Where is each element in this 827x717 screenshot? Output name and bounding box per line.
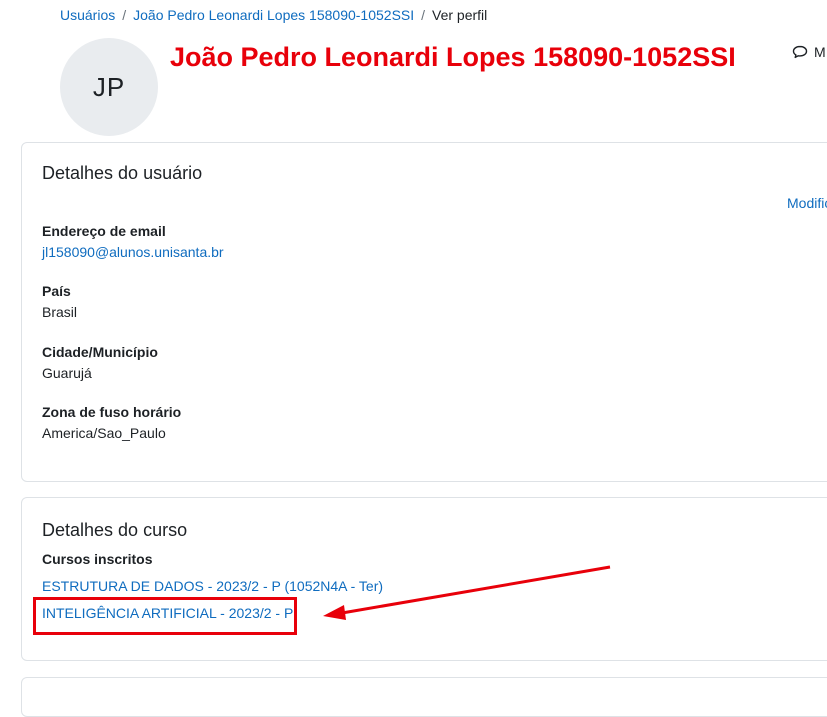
breadcrumb-current: Ver perfil (432, 7, 488, 23)
country-label: País (42, 283, 71, 299)
enrolled-courses-label: Cursos inscritos (42, 551, 153, 567)
user-details-title: Detalhes do usuário (42, 163, 203, 183)
message-button[interactable]: M (792, 44, 826, 60)
message-button-label: M (814, 44, 826, 60)
city-label: Cidade/Município (42, 344, 158, 360)
edit-profile-link[interactable]: Modific (787, 195, 827, 211)
city-value: Guarujá (42, 365, 92, 381)
list-item: ESTRUTURA DE DADOS - 2023/2 - P (1052N4A… (42, 578, 383, 605)
user-details-card: Detalhes do usuário Modific Endereço de … (21, 142, 827, 482)
course-link-estrutura-de-dados[interactable]: ESTRUTURA DE DADOS - 2023/2 - P (1052N4A… (42, 578, 383, 594)
course-details-card: Detalhes do curso Cursos inscritos ESTRU… (21, 497, 827, 661)
email-link[interactable]: jl158090@alunos.unisanta.br (42, 244, 224, 260)
breadcrumb-separator: / (421, 7, 426, 23)
next-card (21, 677, 827, 717)
email-field: Endereço de email jl158090@alunos.unisan… (42, 223, 224, 260)
course-list: ESTRUTURA DE DADOS - 2023/2 - P (1052N4A… (42, 578, 383, 632)
breadcrumb-users[interactable]: Usuários (60, 7, 115, 23)
country-field: País Brasil (42, 283, 77, 320)
country-value: Brasil (42, 304, 78, 320)
city-field: Cidade/Município Guarujá (42, 344, 158, 381)
page-title: João Pedro Leonardi Lopes 158090-1052SSI (170, 42, 736, 72)
avatar-initials: JP (92, 71, 126, 102)
timezone-field: Zona de fuso horário America/Sao_Paulo (42, 404, 181, 441)
breadcrumb: Usuários / João Pedro Leonardi Lopes 158… (60, 6, 487, 24)
email-label: Endereço de email (42, 223, 166, 239)
timezone-label: Zona de fuso horário (42, 404, 182, 420)
list-item: INTELIGÊNCIA ARTIFICIAL - 2023/2 - P (42, 605, 383, 632)
breadcrumb-user-name[interactable]: João Pedro Leonardi Lopes 158090-1052SSI (133, 7, 414, 23)
timezone-value: America/Sao_Paulo (42, 425, 166, 441)
course-link-inteligencia-artificial[interactable]: INTELIGÊNCIA ARTIFICIAL - 2023/2 - P (42, 605, 293, 621)
course-details-title: Detalhes do curso (42, 520, 188, 540)
avatar: JP (60, 38, 158, 136)
breadcrumb-separator: / (122, 7, 127, 23)
speech-bubble-icon (792, 45, 808, 59)
